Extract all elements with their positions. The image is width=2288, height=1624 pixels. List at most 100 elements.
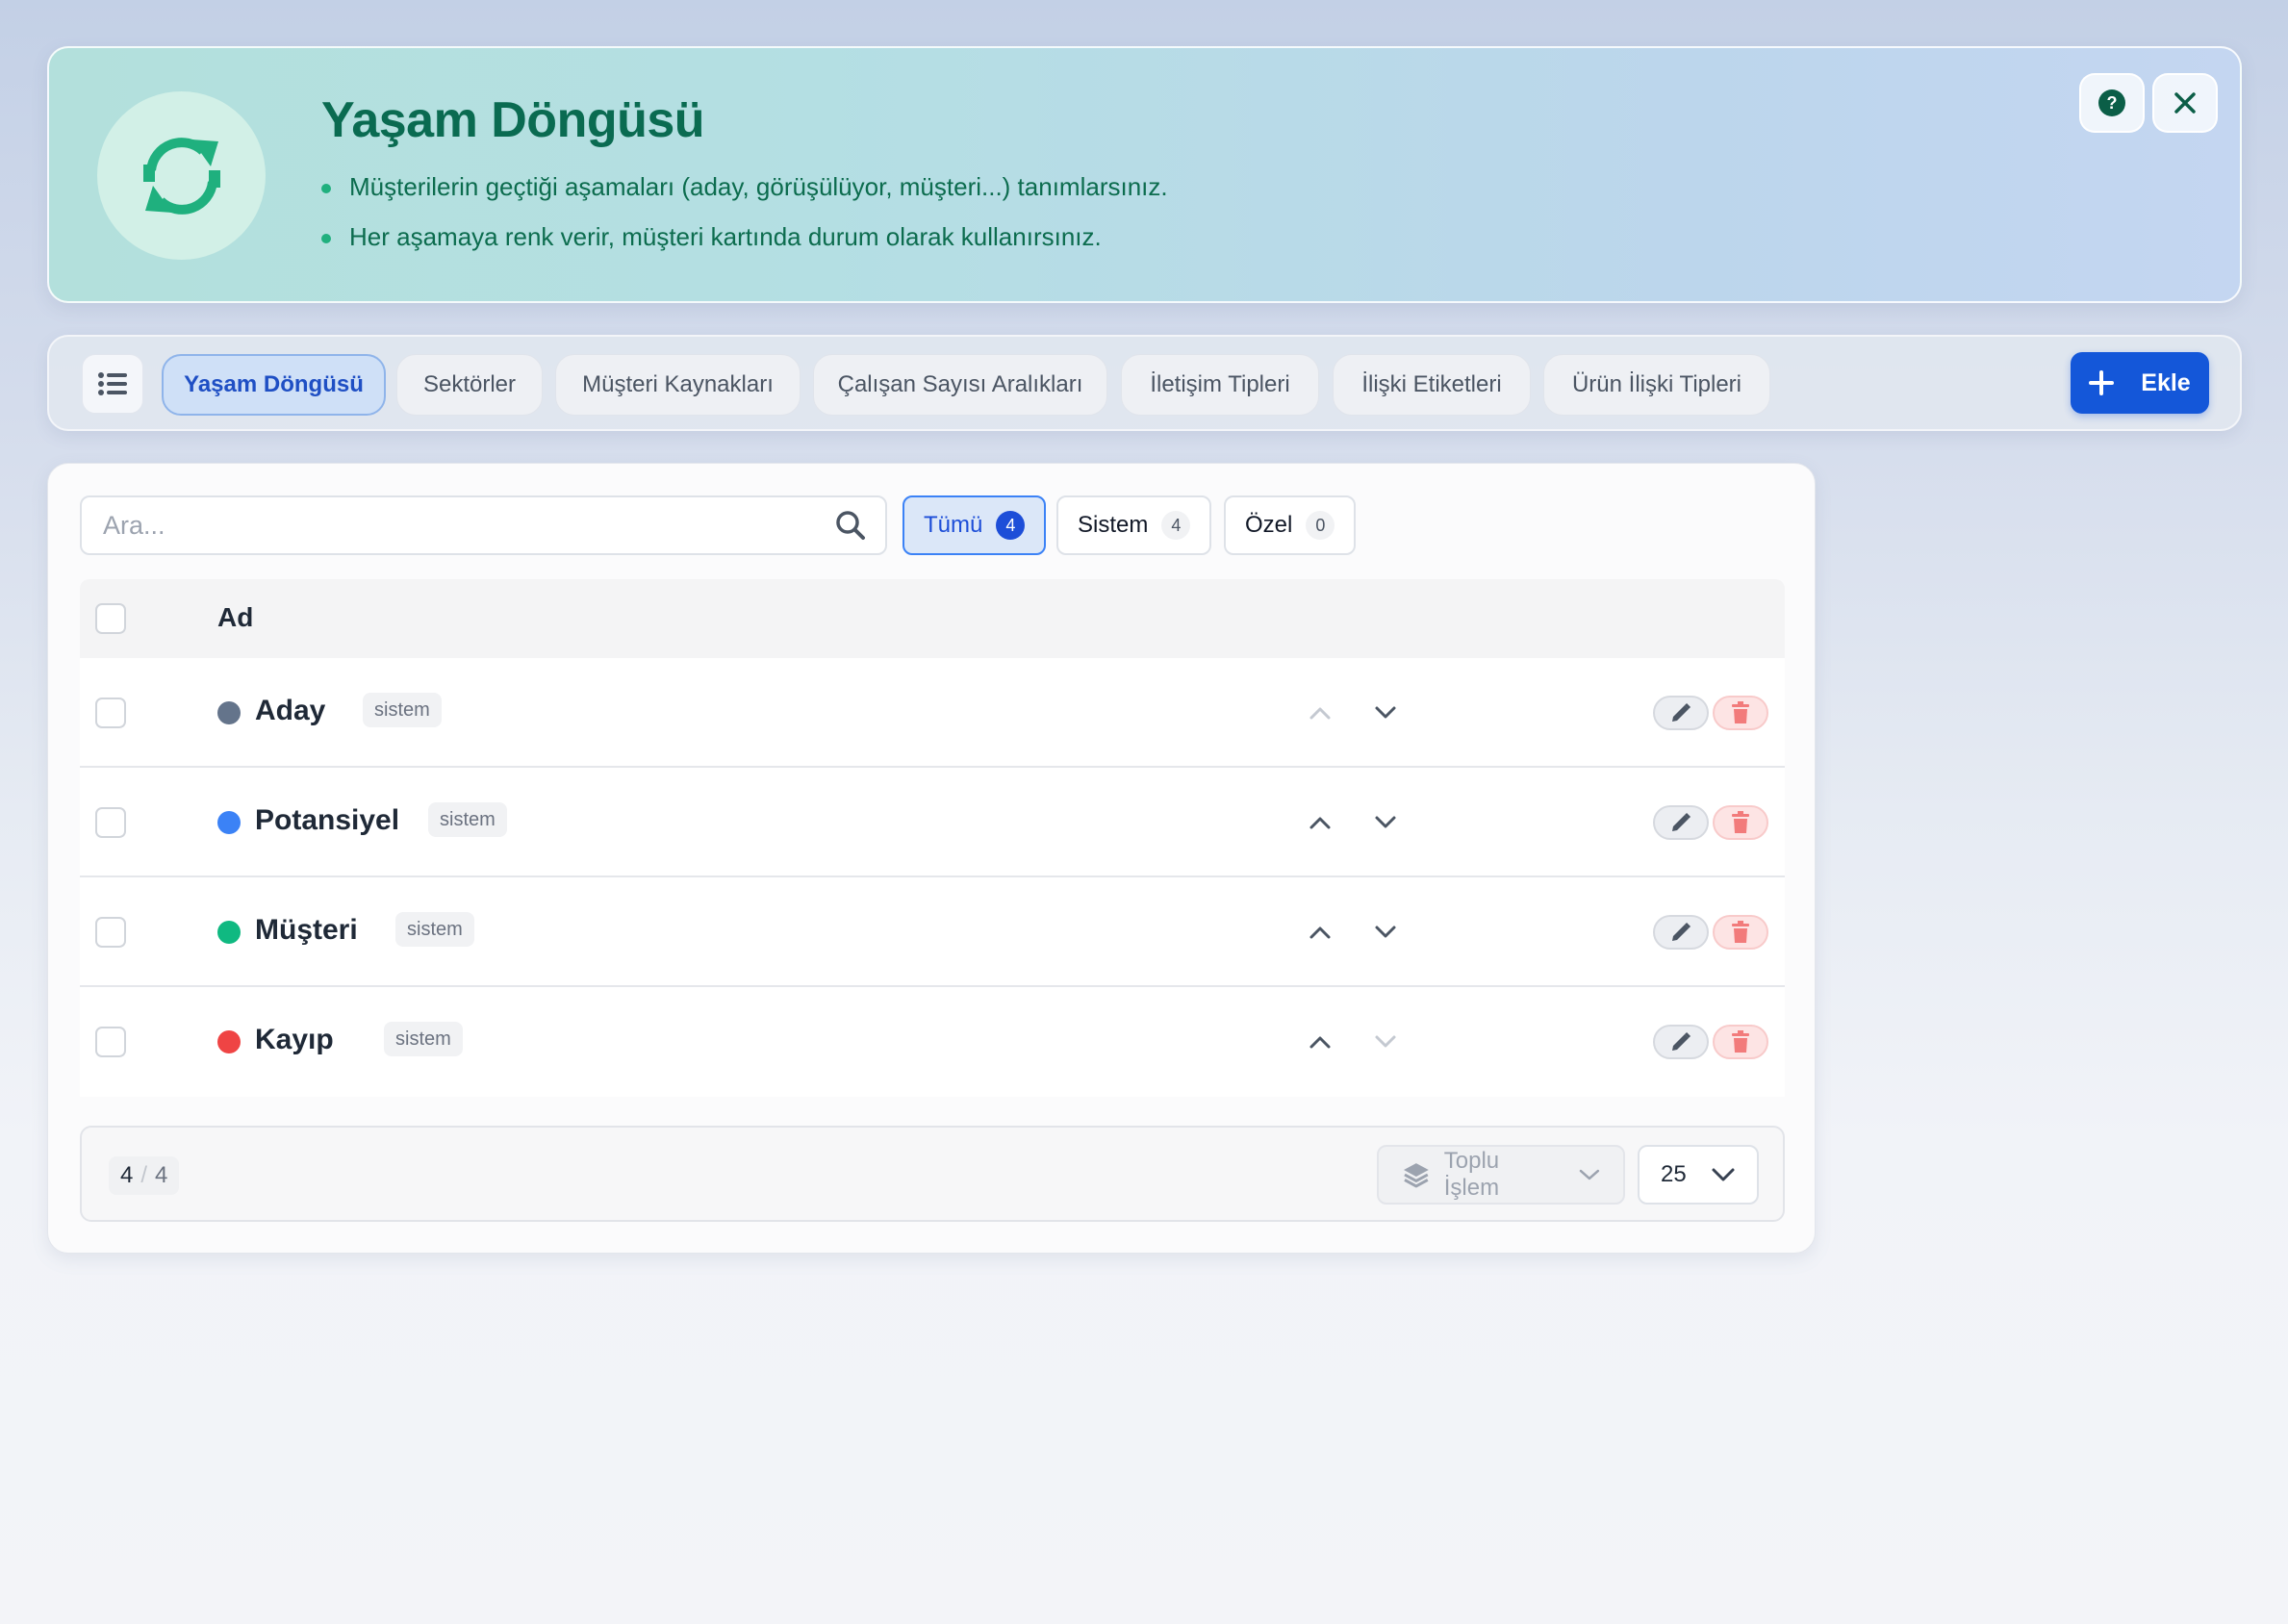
column-header-name: Ad	[217, 602, 254, 632]
table-row: Potansiyel sistem	[80, 768, 1785, 877]
filter-count-badge: 4	[1161, 511, 1191, 540]
move-up-button[interactable]	[1301, 694, 1339, 732]
move-down-button[interactable]	[1366, 1023, 1405, 1061]
table-footer: 4 / 4 Toplu İşlem 25	[80, 1126, 1785, 1222]
filter-tumu[interactable]: Tümü 4	[902, 495, 1047, 555]
move-down-button[interactable]	[1366, 803, 1405, 842]
chevron-down-icon	[1375, 816, 1396, 828]
move-down-button[interactable]	[1366, 913, 1405, 952]
system-tag: sistem	[363, 693, 442, 727]
lifecycle-icon-badge	[97, 91, 266, 260]
info-bullet: Müşterilerin geçtiği aşamaları (aday, gö…	[321, 167, 1168, 217]
move-down-button[interactable]	[1366, 694, 1405, 732]
search-icon	[836, 511, 865, 540]
trash-icon	[1732, 921, 1749, 943]
total-count: 4	[155, 1162, 168, 1188]
tab-calisan-sayisi-araliklari[interactable]: Çalışan Sayısı Aralıkları	[813, 354, 1107, 416]
counter-separator: /	[140, 1162, 148, 1188]
info-bullet: Her aşamaya renk verir, müşteri kartında…	[321, 217, 1168, 267]
question-circle-icon: ?	[2098, 89, 2125, 116]
page-title: Yaşam Döngüsü	[321, 92, 705, 148]
edit-button[interactable]	[1653, 915, 1709, 950]
edit-button[interactable]	[1653, 1025, 1709, 1059]
filter-ozel[interactable]: Özel 0	[1224, 495, 1357, 555]
row-checkbox[interactable]	[95, 807, 126, 838]
bulk-action-dropdown[interactable]: Toplu İşlem	[1377, 1145, 1625, 1205]
close-icon	[2174, 92, 2196, 114]
record-counter: 4 / 4	[109, 1156, 180, 1195]
table-row: Kayıp sistem	[80, 987, 1785, 1097]
system-tag: sistem	[428, 802, 507, 837]
pencil-icon	[1672, 922, 1691, 941]
tab-iletisim-tipleri[interactable]: İletişim Tipleri	[1121, 354, 1319, 416]
delete-button[interactable]	[1713, 696, 1768, 730]
lifecycle-list-card: Tümü 4 Sistem 4 Özel 0 Ad Aday sistem	[47, 463, 1816, 1254]
edit-button[interactable]	[1653, 805, 1709, 840]
row-checkbox[interactable]	[95, 1027, 126, 1057]
filter-label: Özel	[1245, 512, 1293, 538]
tab-musteri-kaynaklari[interactable]: Müşteri Kaynakları	[555, 354, 801, 416]
search-box	[80, 495, 887, 555]
system-tag: sistem	[384, 1022, 463, 1056]
chevron-up-icon	[1309, 707, 1331, 720]
move-up-button[interactable]	[1301, 803, 1339, 842]
filter-sistem[interactable]: Sistem 4	[1056, 495, 1212, 555]
tab-sektorler[interactable]: Sektörler	[396, 354, 543, 416]
edit-button[interactable]	[1653, 696, 1709, 730]
refresh-cycle-icon	[142, 137, 220, 215]
trash-icon	[1732, 811, 1749, 833]
add-button-label: Ekle	[2141, 368, 2191, 396]
search-input[interactable]	[103, 497, 815, 553]
list-icon	[98, 372, 127, 395]
row-name: Aday	[255, 695, 326, 726]
plus-icon	[2089, 370, 2115, 395]
row-checkbox[interactable]	[95, 698, 126, 728]
filter-count-badge: 4	[996, 511, 1026, 540]
status-color-dot	[217, 1030, 241, 1053]
move-up-button[interactable]	[1301, 1023, 1339, 1061]
chevron-down-icon	[1375, 706, 1396, 719]
chevron-up-icon	[1309, 1036, 1331, 1049]
list-view-button[interactable]	[82, 354, 143, 414]
tab-iliski-etiketleri[interactable]: İlişki Etiketleri	[1333, 354, 1531, 416]
search-button[interactable]	[835, 510, 866, 546]
tab-yasam-dongusu[interactable]: Yaşam Döngüsü	[162, 354, 386, 416]
chevron-down-icon	[1375, 926, 1396, 938]
help-button[interactable]: ?	[2079, 73, 2145, 133]
delete-button[interactable]	[1713, 805, 1768, 840]
table-row: Aday sistem	[80, 658, 1785, 768]
move-up-button[interactable]	[1301, 913, 1339, 952]
tab-urun-iliski-tipleri[interactable]: Ürün İlişki Tipleri	[1543, 354, 1770, 416]
chevron-up-icon	[1309, 926, 1331, 939]
filter-label: Tümü	[924, 512, 983, 538]
table-header: Ad	[80, 579, 1785, 658]
filter-count-badge: 0	[1306, 511, 1335, 540]
close-button[interactable]	[2152, 73, 2218, 133]
chevron-down-icon	[1712, 1168, 1735, 1181]
filter-label: Sistem	[1078, 512, 1149, 538]
info-bullet-list: Müşterilerin geçtiği aşamaları (aday, gö…	[321, 167, 1168, 267]
delete-button[interactable]	[1713, 1025, 1768, 1059]
status-color-dot	[217, 701, 241, 724]
select-all-checkbox[interactable]	[95, 603, 126, 634]
per-page-value: 25	[1661, 1161, 1687, 1187]
pencil-icon	[1672, 812, 1691, 831]
pencil-icon	[1672, 702, 1691, 722]
table-row: Müşteri sistem	[80, 877, 1785, 987]
trash-icon	[1732, 1030, 1749, 1053]
row-name: Kayıp	[255, 1024, 334, 1055]
add-button[interactable]: Ekle	[2071, 352, 2209, 414]
pencil-icon	[1672, 1031, 1691, 1051]
info-banner: Yaşam Döngüsü Müşterilerin geçtiği aşama…	[47, 46, 2242, 303]
system-tag: sistem	[395, 912, 474, 947]
layers-icon	[1403, 1163, 1429, 1188]
row-name: Müşteri	[255, 914, 358, 946]
category-tabs-bar: Yaşam Döngüsü Sektörler Müşteri Kaynakla…	[47, 335, 2242, 431]
per-page-select[interactable]: 25	[1638, 1145, 1759, 1205]
row-checkbox[interactable]	[95, 917, 126, 948]
chevron-down-icon	[1579, 1169, 1600, 1180]
trash-icon	[1732, 701, 1749, 723]
delete-button[interactable]	[1713, 915, 1768, 950]
chevron-up-icon	[1309, 817, 1331, 829]
row-name: Potansiyel	[255, 804, 400, 836]
